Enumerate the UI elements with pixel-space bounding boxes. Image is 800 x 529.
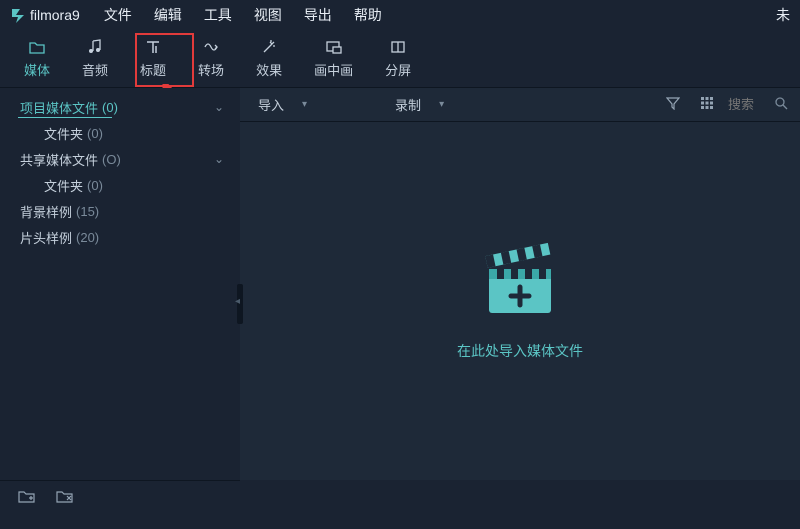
menu-view[interactable]: 视图 xyxy=(254,5,282,25)
sidebar-footer xyxy=(0,480,240,516)
search-input[interactable] xyxy=(728,97,768,112)
tab-label: 标题 xyxy=(140,60,166,79)
chevron-down-icon: ⌄ xyxy=(214,100,224,114)
tab-audio[interactable]: 音频 xyxy=(66,33,124,85)
music-note-icon xyxy=(86,38,104,56)
tree-count: (O) xyxy=(102,152,121,167)
tree-label: 文件夹 xyxy=(44,176,83,195)
main-area: 项目媒体文件 (0) ⌄ 文件夹 (0) 共享媒体文件 (O) ⌄ 文件夹 (0… xyxy=(0,88,800,480)
pip-icon xyxy=(325,38,343,56)
content-toolbar: 导入 ▾ 录制 ▾ xyxy=(240,88,800,122)
transition-icon xyxy=(202,38,220,56)
content-panel: 导入 ▾ 录制 ▾ xyxy=(240,88,800,480)
tab-splitscreen[interactable]: 分屏 xyxy=(369,33,427,85)
folder-icon xyxy=(28,38,46,56)
sidebar: 项目媒体文件 (0) ⌄ 文件夹 (0) 共享媒体文件 (O) ⌄ 文件夹 (0… xyxy=(0,88,240,480)
tree-folder[interactable]: 文件夹 (0) xyxy=(0,172,240,198)
clapperboard-icon xyxy=(475,241,565,321)
tree-count: (0) xyxy=(87,126,103,141)
dropdown-label: 录制 xyxy=(395,95,421,114)
filter-icon[interactable] xyxy=(660,96,686,113)
app-name: filmora9 xyxy=(30,7,80,23)
tree-label: 背景样例 xyxy=(20,202,72,221)
sidebar-resize-handle[interactable] xyxy=(237,284,243,324)
text-icon xyxy=(144,38,162,56)
tree-intro-samples[interactable]: 片头样例 (20) xyxy=(0,224,240,250)
wand-icon xyxy=(260,38,278,56)
new-folder-icon[interactable] xyxy=(18,488,36,509)
tree-background-samples[interactable]: 背景样例 (15) xyxy=(0,198,240,224)
tab-pip[interactable]: 画中画 xyxy=(298,33,369,85)
tab-label: 画中画 xyxy=(314,60,353,79)
tree-count: (20) xyxy=(76,230,99,245)
tree-label: 片头样例 xyxy=(20,228,72,247)
menu-edit[interactable]: 编辑 xyxy=(154,5,182,25)
titlebar-right-text: 未 xyxy=(776,5,790,25)
tab-label: 分屏 xyxy=(385,60,411,79)
tab-media[interactable]: 媒体 xyxy=(8,33,66,85)
tree-count: (15) xyxy=(76,204,99,219)
menu-export[interactable]: 导出 xyxy=(304,5,332,25)
media-tree: 项目媒体文件 (0) ⌄ 文件夹 (0) 共享媒体文件 (O) ⌄ 文件夹 (0… xyxy=(0,88,240,480)
tab-title[interactable]: 标题 xyxy=(124,33,182,85)
import-dropdown[interactable]: 导入 ▾ xyxy=(252,95,313,114)
dropdown-label: 导入 xyxy=(258,95,284,114)
split-icon xyxy=(389,38,407,56)
tab-label: 媒体 xyxy=(24,60,50,79)
logo-icon xyxy=(10,7,26,23)
menu-file[interactable]: 文件 xyxy=(104,5,132,25)
chevron-down-icon: ▾ xyxy=(302,99,307,110)
grid-view-icon[interactable] xyxy=(694,96,720,113)
tab-label: 效果 xyxy=(256,60,282,79)
search-box[interactable] xyxy=(728,96,788,113)
search-icon xyxy=(774,96,788,113)
app-logo: filmora9 xyxy=(10,7,80,23)
tree-shared-media[interactable]: 共享媒体文件 (O) ⌄ xyxy=(0,146,240,172)
tab-label: 转场 xyxy=(198,60,224,79)
delete-folder-icon[interactable] xyxy=(56,488,74,509)
import-hint-text: 在此处导入媒体文件 xyxy=(457,341,583,361)
record-dropdown[interactable]: 录制 ▾ xyxy=(389,95,450,114)
tab-effect[interactable]: 效果 xyxy=(240,33,298,85)
tree-folder[interactable]: 文件夹 (0) xyxy=(0,120,240,146)
tab-label: 音频 xyxy=(82,60,108,79)
tree-count: (0) xyxy=(102,100,118,115)
tree-label: 文件夹 xyxy=(44,124,83,143)
chevron-down-icon: ⌄ xyxy=(214,152,224,166)
tab-transition[interactable]: 转场 xyxy=(182,33,240,85)
tree-project-media[interactable]: 项目媒体文件 (0) ⌄ xyxy=(0,94,240,120)
menu-tools[interactable]: 工具 xyxy=(204,5,232,25)
module-tabbar: 媒体 音频 标题 转场 效果 画中画 分屏 xyxy=(0,30,800,88)
main-menu: 文件 编辑 工具 视图 导出 帮助 xyxy=(104,5,382,25)
tree-label: 项目媒体文件 xyxy=(20,98,98,117)
titlebar: filmora9 文件 编辑 工具 视图 导出 帮助 未 xyxy=(0,0,800,30)
chevron-down-icon: ▾ xyxy=(439,99,444,110)
menu-help[interactable]: 帮助 xyxy=(354,5,382,25)
tree-label: 共享媒体文件 xyxy=(20,150,98,169)
media-dropzone[interactable]: 在此处导入媒体文件 xyxy=(240,122,800,480)
tree-count: (0) xyxy=(87,178,103,193)
